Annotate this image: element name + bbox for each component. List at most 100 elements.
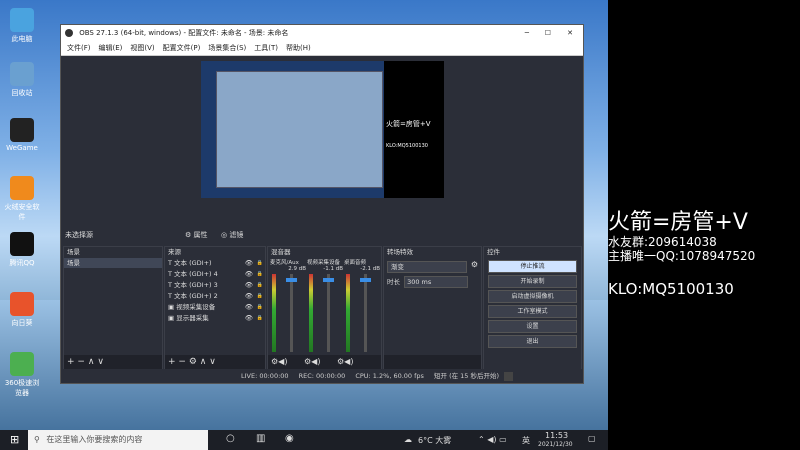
control-button[interactable]: 开始录制 [488,275,577,288]
app-icon [10,62,34,86]
source-item[interactable]: ▣ 视频采集设备 👁 🔒 [165,302,265,313]
weather-text[interactable]: 6°C 大雾 [418,435,451,446]
ime-indicator[interactable]: 英 [522,435,530,446]
desktop-icon[interactable]: 此电脑 [2,8,42,44]
desktop-icon[interactable]: 360极速浏览器 [2,352,42,398]
move-down-icon[interactable]: ∨ [209,357,216,367]
move-down-icon[interactable]: ∨ [97,357,104,367]
lock-icon[interactable]: 🔒 [257,258,263,269]
menu-item[interactable]: 编辑(E) [99,44,123,52]
desktop-icon[interactable]: 火绒安全软件 [2,176,42,222]
desktop-icon-label: 腾讯QQ [9,259,35,267]
speaker-icon[interactable]: ◀) [344,357,353,366]
controls-panel: 停止推流开始录制启动虚拟摄像机 工作室模式设置退出 [484,258,581,369]
menu-item[interactable]: 工具(T) [254,44,278,52]
source-label: 文本 (GDI+) [174,259,212,267]
maximize-button[interactable]: ☐ [545,25,551,41]
channel-db: -2.1 dB [360,266,380,272]
rec-status: REC: 00:00:00 [298,372,346,380]
move-up-icon[interactable]: ∧ [200,357,207,367]
mixer-channel: 麦克风/Aux 2.9 dB [270,258,306,355]
menu-item[interactable]: 配置文件(P) [163,44,201,52]
visibility-icon[interactable]: 👁 [245,258,253,269]
desktop-icon-label: 火绒安全软件 [4,203,40,221]
weather-icon: ☁ [404,435,412,444]
desktop-icon[interactable]: WeGame [2,118,42,152]
mixer-channels: 麦克风/Aux 2.9 dB 视频采集设备 -1.1 dB 桌面音频 -2.1 dB [268,258,381,355]
remove-scene-icon[interactable]: − [77,357,85,367]
taskbar: ⊞ ⚲ 在这里输入你要搜索的内容 ○ ▥ ◉ ☁ 6°C 大雾 ⌃ ◀) ▭ 英… [0,430,608,450]
notification-icon[interactable]: ▢ [588,434,596,443]
preview-overlay-line1: 火箭=房管+V [386,120,431,128]
lock-icon[interactable]: 🔒 [257,313,263,324]
fader-handle[interactable] [286,278,297,282]
menu-item[interactable]: 场景集合(S) [208,44,246,52]
transition-select[interactable]: 渐变 [387,261,467,273]
desktop-icon[interactable]: 向日葵 [2,292,42,328]
volume-fader[interactable] [364,274,367,352]
lock-icon[interactable]: 🔒 [257,291,263,302]
start-icon[interactable]: ⊞ [10,433,19,446]
move-up-icon[interactable]: ∧ [88,357,95,367]
menu-item[interactable]: 帮助(H) [286,44,311,52]
volume-fader[interactable] [327,274,330,352]
lock-icon[interactable]: 🔒 [257,280,263,291]
clock-date[interactable]: 2021/12/30 [538,441,573,448]
control-button[interactable]: 退出 [488,335,577,348]
fader-handle[interactable] [323,278,334,282]
remove-source-icon[interactable]: − [178,357,186,367]
source-item[interactable]: T 文本 (GDI+) 3 👁 🔒 [165,280,265,291]
lock-icon[interactable]: 🔒 [257,302,263,313]
source-item[interactable]: T 文本 (GDI+) 👁 🔒 [165,258,265,269]
live-status: LIVE: 00:00:00 [241,372,289,380]
source-item[interactable]: ▣ 显示器采集 👁 🔒 [165,313,265,324]
visibility-icon[interactable]: 👁 [245,291,253,302]
volume-fader[interactable] [290,274,293,352]
visibility-icon[interactable]: 👁 [245,302,253,313]
minimize-button[interactable]: ─ [525,25,529,41]
desktop-icon[interactable]: 回收站 [2,62,42,98]
add-scene-icon[interactable]: + [67,357,75,367]
obs-window: OBS 27.1.3 (64-bit, windows) - 配置文件: 未命名… [60,24,584,384]
sources-dock: 来源 T 文本 (GDI+) 👁 🔒 T 文本 (GDI+) 4 👁 🔒 T 文本 (GDI… [164,246,266,370]
task-view-icon[interactable]: ○ [226,433,235,444]
search-box[interactable]: ⚲ 在这里输入你要搜索的内容 [28,430,208,450]
tray-icons[interactable]: ⌃ ◀) ▭ [478,435,507,444]
add-source-icon[interactable]: + [168,357,176,367]
menu-item[interactable]: 文件(F) [67,44,91,52]
desktop-icon[interactable]: 腾讯QQ [2,232,42,268]
channel-db: 2.9 dB [288,266,306,272]
speaker-icon[interactable]: ◀) [278,357,287,366]
properties-button[interactable]: ⚙ 属性 [185,228,208,242]
visibility-icon[interactable]: 👁 [245,280,253,291]
control-button[interactable]: 停止推流 [488,260,577,273]
source-item[interactable]: T 文本 (GDI+) 2 👁 🔒 [165,291,265,302]
source-item[interactable]: T 文本 (GDI+) 4 👁 🔒 [165,269,265,280]
close-button[interactable]: ✕ [567,25,573,41]
duration-label: 时长 [387,278,400,286]
control-button[interactable]: 启动虚拟摄像机 [488,290,577,303]
volume-meter [346,274,350,352]
obs-menubar: 文件(F) 编辑(E) 视图(V) 配置文件(P) 场景集合(S) 工具(T) 帮助(H) [61,41,583,56]
filters-button[interactable]: ◎ 滤镜 [221,228,243,242]
source-label: 文本 (GDI+) 2 [174,292,218,300]
visibility-icon[interactable]: 👁 [245,313,253,324]
transition-settings-icon[interactable]: ⚙ [471,260,478,269]
speaker-icon[interactable]: ◀) [311,357,320,366]
obs-taskbar-icon[interactable]: ◉ [285,433,294,444]
status-bar: LIVE: 00:00:00 REC: 00:00:00 CPU: 1.2%, … [61,369,583,383]
sources-toolbar: + − ⚙ ∧ ∨ [165,355,265,369]
lock-icon[interactable]: 🔒 [257,269,263,280]
control-button[interactable]: 工作室模式 [488,305,577,318]
preview-canvas[interactable]: 火箭=房管+V KLO:MQ5100130 [201,61,444,198]
visibility-icon[interactable]: 👁 [245,269,253,280]
duration-input[interactable]: 300 ms [404,276,469,288]
transitions-panel: 渐变 ⚙ 时长 300 ms [384,258,481,355]
control-button[interactable]: 设置 [488,320,577,333]
source-settings-icon[interactable]: ⚙ [189,357,197,367]
menu-item[interactable]: 视图(V) [130,44,154,52]
widgets-icon[interactable]: ▥ [256,433,265,444]
clock-time[interactable]: 11:53 [545,431,568,440]
scene-item[interactable]: 场景 [64,258,162,268]
fader-handle[interactable] [360,278,371,282]
